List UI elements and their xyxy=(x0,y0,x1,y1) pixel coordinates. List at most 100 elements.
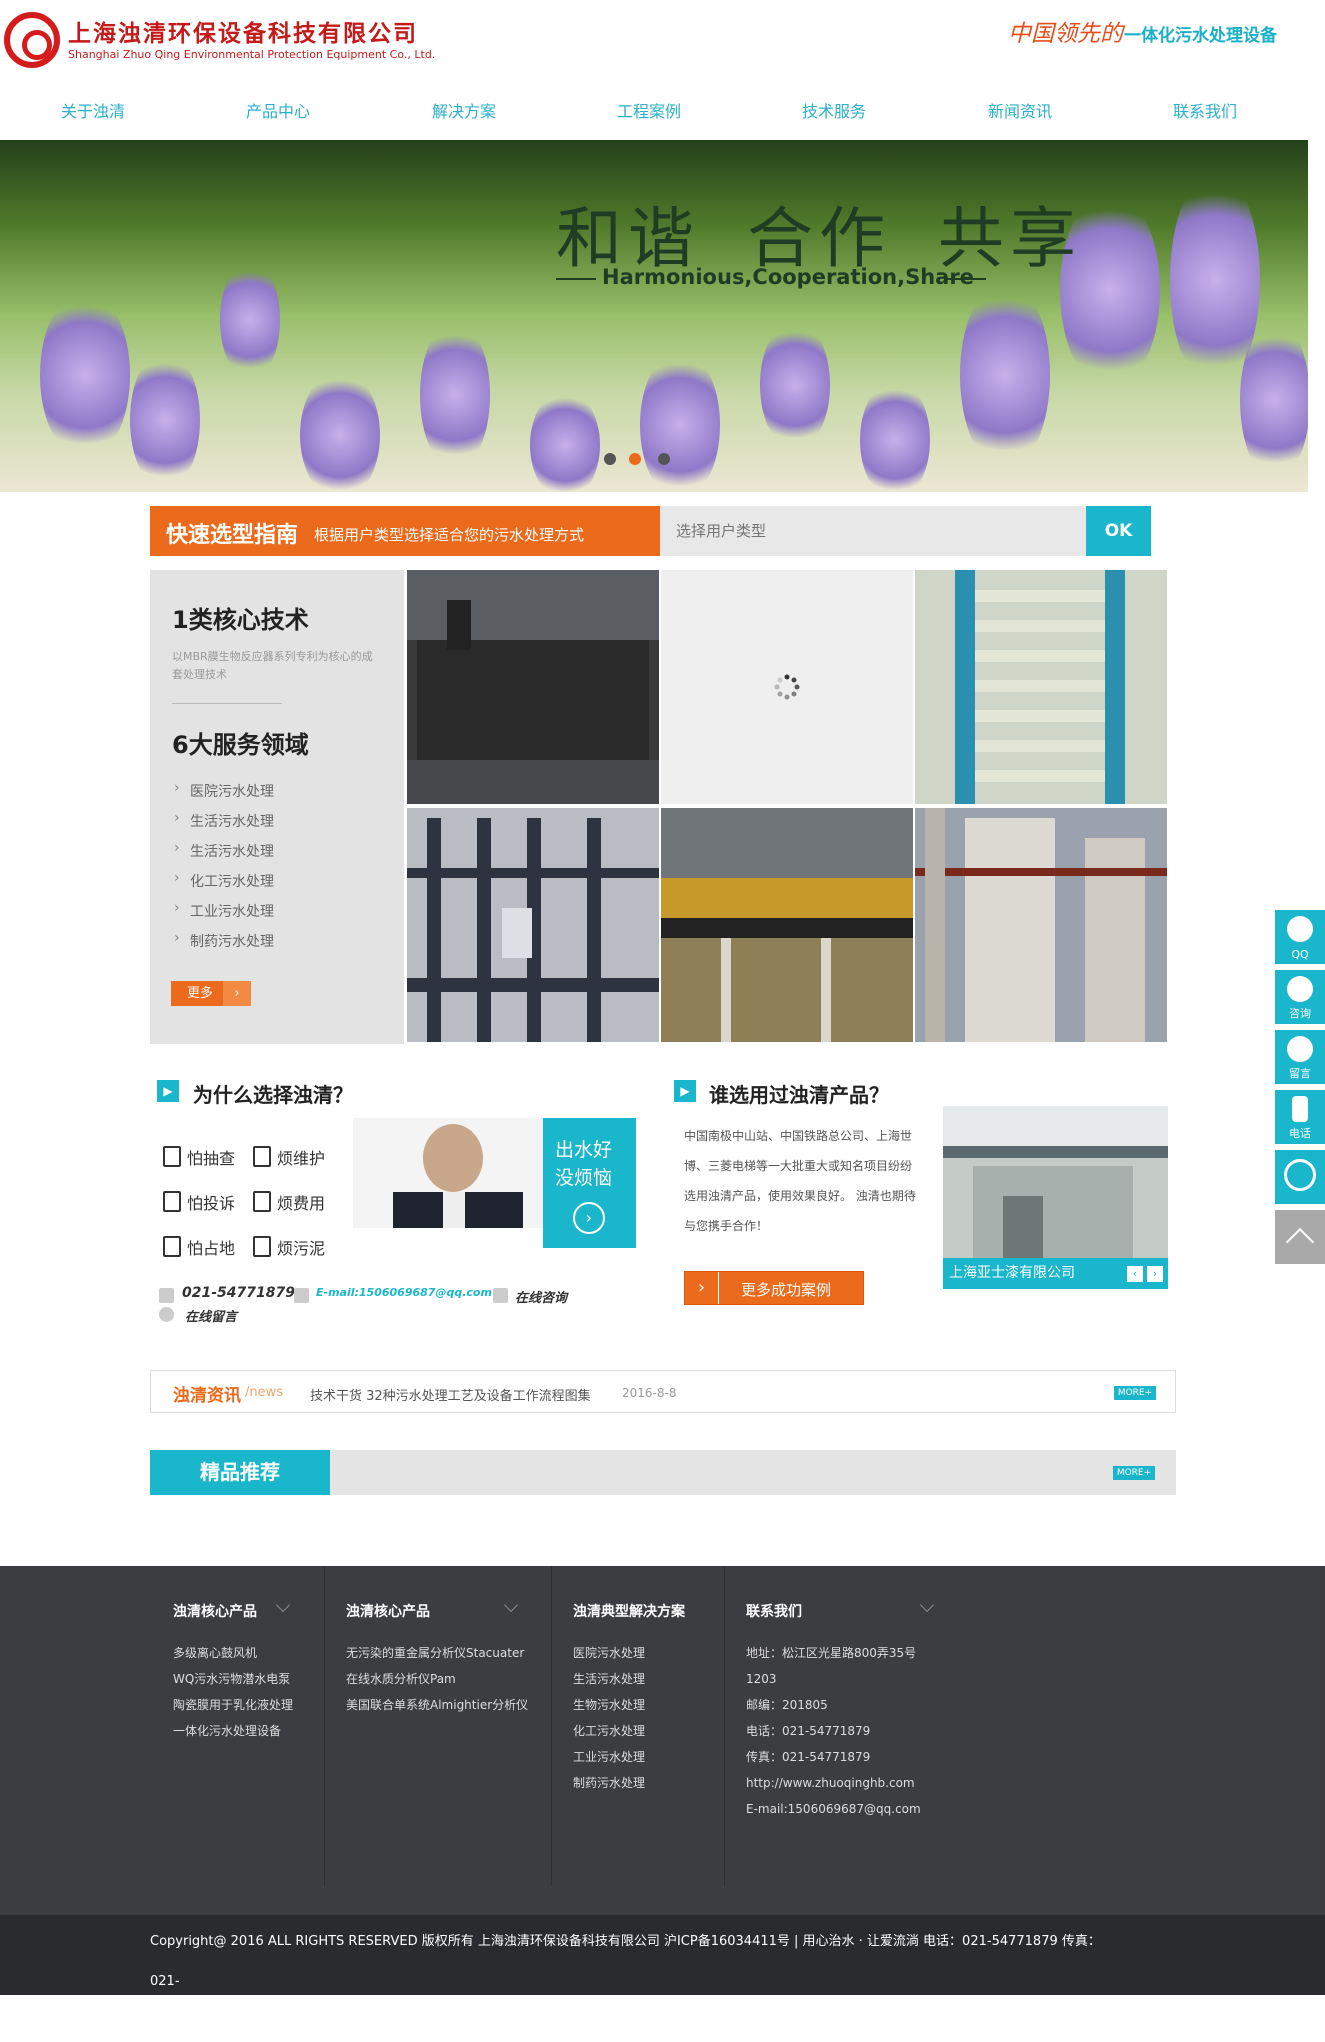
nav-about[interactable]: 关于浊清 xyxy=(61,98,125,122)
nav-service[interactable]: 技术服务 xyxy=(802,98,866,122)
recommend-more-button[interactable]: MORE+ xyxy=(1113,1466,1155,1480)
footer-divider xyxy=(724,1566,725,1886)
divider xyxy=(172,703,282,704)
footer-link[interactable]: 生物污水处理 xyxy=(573,1692,645,1718)
project-image-1[interactable] xyxy=(407,570,659,804)
side-phone-button[interactable]: 电话 xyxy=(1275,1090,1325,1144)
phone-icon xyxy=(1292,1096,1308,1122)
online-message-link[interactable]: 在线留言 xyxy=(185,1306,237,1325)
footer-link[interactable]: 工业污水处理 xyxy=(573,1744,645,1770)
core-tech-panel: 1类核心技术 以MBR膜生物反应器系列专利为核心的成套处理技术 6大服务领域 医… xyxy=(150,570,404,1044)
quick-guide-title: 快速选型指南 xyxy=(166,523,299,548)
footer-link[interactable]: 美国联合单系统Almightier分析仪 xyxy=(346,1692,528,1718)
service-item[interactable]: 化工污水处理 xyxy=(172,870,274,901)
why-item: 怕投诉 xyxy=(161,1190,235,1214)
footer-link[interactable]: 制药污水处理 xyxy=(573,1770,645,1796)
hero-banner[interactable]: 和谐 合作 共享 Harmonious,Cooperation,Share xyxy=(0,140,1308,492)
mail-icon xyxy=(294,1288,309,1303)
footer-divider xyxy=(324,1566,325,1886)
service-item[interactable]: 生活污水处理 xyxy=(172,810,274,841)
support-icon xyxy=(1284,1159,1316,1191)
chevron-up-icon xyxy=(1285,1227,1315,1257)
footer-col4-title: 联系我们 xyxy=(746,1604,802,1620)
footer-address-room: 1203 xyxy=(746,1672,777,1686)
chat-icon xyxy=(1287,976,1313,1002)
company-logo[interactable] xyxy=(4,12,60,68)
project-image-3[interactable] xyxy=(407,808,659,1042)
news-bar: 浊清资讯 /news 技术干货 32种污水处理工艺及设备工作流程图集 2016-… xyxy=(150,1370,1176,1413)
user-type-input[interactable] xyxy=(660,506,1086,556)
footer-link[interactable]: 化工污水处理 xyxy=(573,1718,645,1744)
quick-guide-bar: 快速选型指南 根据用户类型选择适合您的污水处理方式 xyxy=(150,506,660,556)
banner-rule-right xyxy=(946,278,986,280)
footer-link[interactable]: 无污染的重金属分析仪Stacuater xyxy=(346,1640,528,1666)
contact-email[interactable]: E-mail:1506069687@qq.com xyxy=(316,1286,492,1299)
recommend-tab[interactable]: 精品推荐 xyxy=(150,1450,330,1495)
online-consult-link[interactable]: 在线咨询 xyxy=(515,1287,567,1306)
slider-dot-2[interactable] xyxy=(629,453,641,465)
footer-link[interactable]: 生活污水处理 xyxy=(573,1666,645,1692)
footer-fax: 传真：021-54771879 xyxy=(746,1750,871,1764)
service-list: 医院污水处理 生活污水处理 生活污水处理 化工污水处理 工业污水处理 制药污水处… xyxy=(172,780,274,961)
nav-contact[interactable]: 联系我们 xyxy=(1173,98,1237,122)
copyright-text: Copyright@ 2016 ALL RIGHTS RESERVED 版权所有… xyxy=(150,1922,1130,2042)
service-item[interactable]: 生活污水处理 xyxy=(172,840,274,871)
side-message-button[interactable]: 留言 xyxy=(1275,1030,1325,1084)
footer-link[interactable]: WQ污水污物潜水电泵 xyxy=(173,1666,293,1692)
nav-products[interactable]: 产品中心 xyxy=(246,98,310,122)
footer-link[interactable]: 医院污水处理 xyxy=(573,1640,645,1666)
nav-solutions[interactable]: 解决方案 xyxy=(432,98,496,122)
promo-arrow-icon[interactable]: › xyxy=(573,1202,605,1234)
loading-spinner-icon xyxy=(774,674,800,700)
more-cases-button[interactable]: › 更多成功案例 xyxy=(684,1271,864,1305)
footer-email[interactable]: E-mail:1506069687@qq.com xyxy=(746,1796,921,1822)
side-qq-button[interactable]: QQ xyxy=(1275,910,1325,964)
more-button[interactable]: 更多 › xyxy=(171,981,251,1006)
ok-button[interactable]: OK xyxy=(1086,506,1151,556)
slider-dot-3[interactable] xyxy=(658,453,670,465)
arrow-icon: › xyxy=(685,1272,719,1304)
side-consult-button[interactable]: 咨询 xyxy=(1275,970,1325,1024)
slogan-prefix: 中国领先的 xyxy=(1008,21,1123,47)
footer-col3-list: 医院污水处理 生活污水处理 生物污水处理 化工污水处理 工业污水处理 制药污水处… xyxy=(573,1640,645,1796)
footer-link[interactable]: 多级离心鼓风机 xyxy=(173,1640,293,1666)
why-item: 怕抽查 xyxy=(161,1145,235,1169)
nav-cases[interactable]: 工程案例 xyxy=(617,98,681,122)
slider-dot-1[interactable] xyxy=(604,453,616,465)
side-message-label: 留言 xyxy=(1289,1067,1311,1080)
footer-website[interactable]: http://www.zhuoqinghb.com xyxy=(746,1770,921,1796)
why-item: 烦维护 xyxy=(251,1145,325,1169)
footer-link[interactable]: 一体化污水处理设备 xyxy=(173,1718,293,1744)
footer-divider xyxy=(551,1566,552,1886)
side-app-button[interactable] xyxy=(1275,1150,1325,1204)
contact-phone: 021-54771879 xyxy=(182,1285,295,1301)
promo-line-2: 没烦恼 xyxy=(555,1167,613,1189)
consult-icon xyxy=(493,1288,508,1303)
nav-news[interactable]: 新闻资讯 xyxy=(988,98,1052,122)
back-to-top-button[interactable] xyxy=(1275,1210,1325,1264)
quick-guide-desc: 根据用户类型选择适合您的污水处理方式 xyxy=(314,526,585,544)
service-item[interactable]: 制药污水处理 xyxy=(172,930,274,961)
why-item: 怕占地 xyxy=(161,1235,235,1259)
footer-link[interactable]: 陶瓷膜用于乳化液处理 xyxy=(173,1692,293,1718)
footer-link[interactable]: 在线水质分析仪Pam xyxy=(346,1666,528,1692)
side-consult-label: 咨询 xyxy=(1289,1007,1311,1020)
project-image-2[interactable] xyxy=(915,570,1167,804)
footer-address: 地址：松江区光星路800弄35号 xyxy=(746,1646,917,1660)
phone-icon xyxy=(159,1288,174,1303)
company-name-en: Shanghai Zhuo Qing Environmental Protect… xyxy=(68,48,436,61)
news-headline[interactable]: 技术干货 32种污水处理工艺及设备工作流程图集 xyxy=(310,1385,591,1404)
side-phone-label: 电话 xyxy=(1289,1127,1311,1140)
footer-phone: 电话：021-54771879 xyxy=(746,1724,871,1738)
service-item[interactable]: 医院污水处理 xyxy=(172,780,274,811)
news-more-button[interactable]: MORE+ xyxy=(1114,1386,1156,1400)
prev-arrow-icon[interactable]: ‹ xyxy=(1127,1266,1143,1282)
service-fields-heading: 6大服务领域 xyxy=(172,731,309,759)
main-nav: 关于浊清 产品中心 解决方案 工程案例 技术服务 新闻资讯 联系我们 xyxy=(0,92,1325,138)
slogan-main: 一体化污水处理设备 xyxy=(1124,26,1277,46)
next-arrow-icon[interactable]: › xyxy=(1147,1266,1163,1282)
service-item[interactable]: 工业污水处理 xyxy=(172,900,274,931)
project-image-4[interactable] xyxy=(661,808,913,1042)
project-image-5[interactable] xyxy=(915,808,1167,1042)
more-label: 更多 xyxy=(187,986,214,1001)
